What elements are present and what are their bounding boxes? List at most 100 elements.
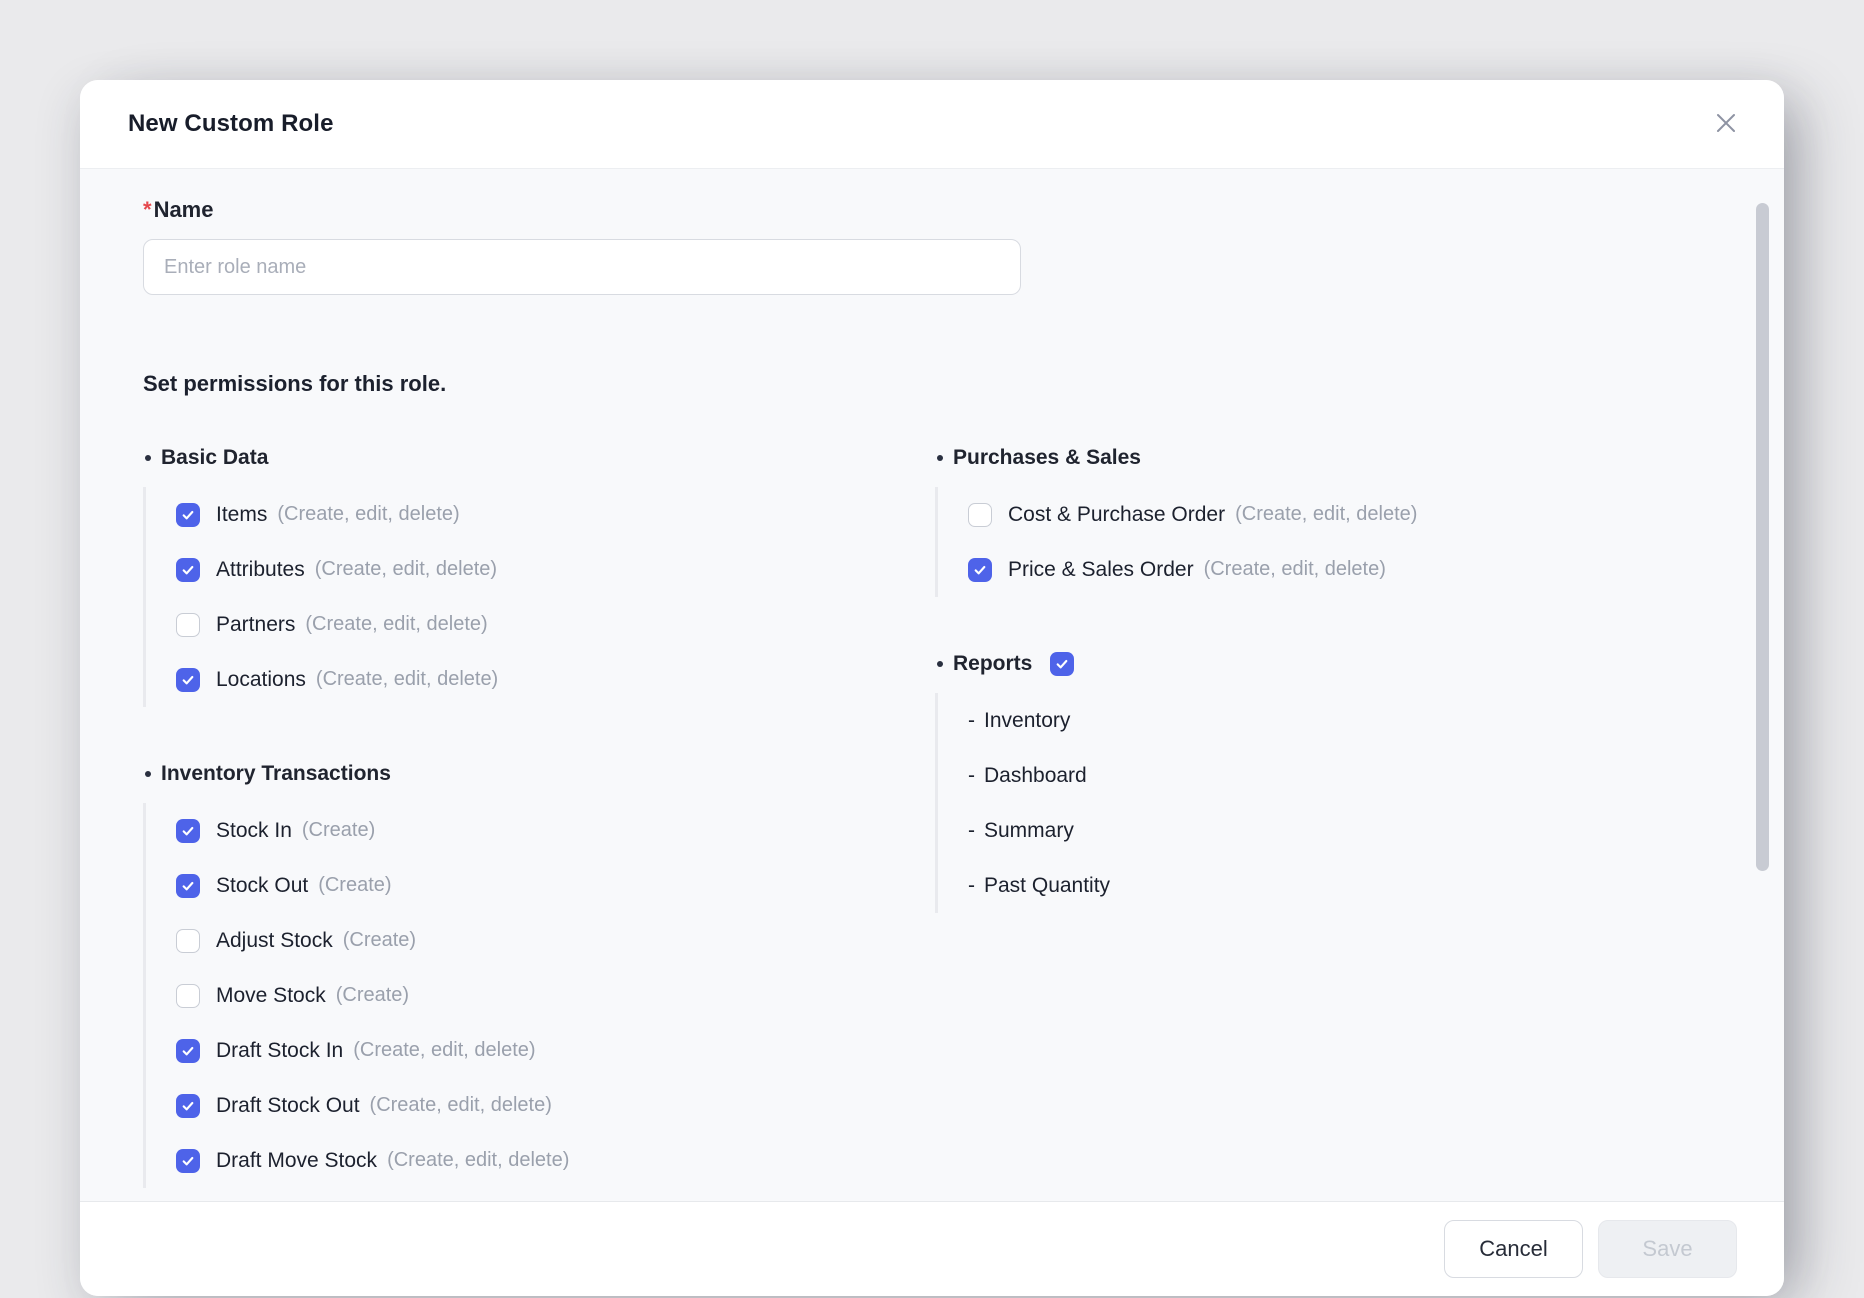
permission-actions-note: (Create)	[302, 819, 375, 842]
permission-row-draft-stock-in: Draft Stock In (Create, edit, delete)	[176, 1023, 935, 1078]
permission-actions-note: (Create, edit, delete)	[316, 668, 498, 691]
permission-actions-note: (Create, edit, delete)	[315, 558, 497, 581]
checkbox-reports[interactable]	[1050, 652, 1074, 676]
save-button[interactable]: Save	[1598, 1220, 1737, 1278]
report-item-past-quantity: -Past Quantity	[968, 858, 1784, 913]
permission-row-draft-move-stock: Draft Move Stock (Create, edit, delete)	[176, 1133, 935, 1188]
checkbox-adjust-stock[interactable]	[176, 929, 200, 953]
section-reports: Reports-Inventory-Dashboard-Summary-Past…	[935, 651, 1784, 913]
checkbox-stock-in[interactable]	[176, 819, 200, 843]
cancel-button[interactable]: Cancel	[1444, 1220, 1583, 1278]
permission-row-stock-in: Stock In (Create)	[176, 803, 935, 858]
scrollbar-thumb[interactable]	[1756, 203, 1769, 871]
section-title: Purchases & Sales	[953, 446, 1141, 470]
modal-header: New Custom Role	[80, 80, 1784, 169]
permission-actions-note: (Create)	[336, 984, 409, 1007]
permission-label: Move Stock	[216, 984, 326, 1008]
bullet-icon	[145, 771, 151, 777]
permission-row-items: Items(Create, edit, delete)	[176, 487, 935, 542]
checkbox-draft-stock-in[interactable]	[176, 1039, 200, 1063]
report-item-label: Past Quantity	[984, 874, 1110, 898]
permission-row-attributes: Attributes (Create, edit, delete)	[176, 542, 935, 597]
permission-actions-note: (Create, edit, delete)	[353, 1039, 535, 1062]
permissions-heading: Set permissions for this role.	[143, 369, 1784, 399]
permission-row-price-sales-order: Price & Sales Order (Create, edit, delete…	[968, 542, 1784, 597]
permission-label: Price & Sales Order	[1008, 558, 1194, 582]
section-header: Basic Data	[143, 445, 935, 471]
section-inventory-transactions: Inventory TransactionsStock In(Create)St…	[143, 761, 935, 1188]
checkbox-draft-move-stock[interactable]	[176, 1149, 200, 1173]
checkbox-attributes[interactable]	[176, 558, 200, 582]
report-item-label: Inventory	[984, 709, 1070, 733]
permission-actions-note: (Create)	[343, 929, 416, 952]
report-item-dashboard: -Dashboard	[968, 748, 1784, 803]
modal-body: *Name Set permissions for this role. Bas…	[80, 169, 1784, 1200]
permission-label: Draft Stock In	[216, 1039, 343, 1063]
checkbox-price-sales-order[interactable]	[968, 558, 992, 582]
checkbox-cost-purchase-order[interactable]	[968, 503, 992, 527]
modal-footer: Cancel Save	[80, 1201, 1784, 1296]
permissions-column-left: Basic DataItems(Create, edit, delete)Att…	[143, 445, 935, 1188]
checkbox-locations[interactable]	[176, 668, 200, 692]
close-button[interactable]	[1708, 106, 1744, 142]
close-icon	[1714, 111, 1738, 138]
section-title: Basic Data	[161, 446, 268, 470]
bullet-icon	[937, 661, 943, 667]
section-header: Inventory Transactions	[143, 761, 935, 787]
permission-label: Stock Out	[216, 874, 308, 898]
required-asterisk: *	[143, 197, 152, 222]
permission-actions-note: (Create, edit, delete)	[370, 1094, 552, 1117]
bullet-icon	[145, 455, 151, 461]
permission-actions-note: (Create, edit, delete)	[387, 1149, 569, 1172]
permissions-columns: Basic DataItems(Create, edit, delete)Att…	[143, 445, 1784, 1188]
report-item-inventory: -Inventory	[968, 693, 1784, 748]
checkbox-partners[interactable]	[176, 613, 200, 637]
permission-actions-note: (Create, edit, delete)	[1204, 558, 1386, 581]
report-item-label: Summary	[984, 819, 1074, 843]
bullet-icon	[937, 455, 943, 461]
section-title: Inventory Transactions	[161, 762, 391, 786]
section-body: Items(Create, edit, delete) Attributes (Cr…	[143, 487, 935, 707]
permission-row-draft-stock-out: Draft Stock Out (Create, edit, delete)	[176, 1078, 935, 1133]
modal-title: New Custom Role	[128, 110, 334, 138]
report-item-summary: -Summary	[968, 803, 1784, 858]
section-header: Purchases & Sales	[935, 445, 1784, 471]
permission-actions-note: (Create)	[318, 874, 391, 897]
section-title: Reports	[953, 652, 1032, 676]
permission-label: Attributes	[216, 558, 305, 582]
permission-row-locations: Locations (Create, edit, delete)	[176, 652, 935, 707]
permission-label: Cost & Purchase Order	[1008, 503, 1225, 527]
permission-actions-note: (Create, edit, delete)	[305, 613, 487, 636]
permission-row-partners: Partners (Create, edit, delete)	[176, 597, 935, 652]
dash-prefix: -	[968, 874, 975, 898]
permission-label: Partners	[216, 613, 295, 637]
checkbox-stock-out[interactable]	[176, 874, 200, 898]
permission-row-cost-purchase-order: Cost & Purchase Order (Create, edit, dele…	[968, 487, 1784, 542]
permission-label: Locations	[216, 668, 306, 692]
section-purchases-sales: Purchases & Sales Cost & Purchase Order (C…	[935, 445, 1784, 597]
permission-label: Adjust Stock	[216, 929, 333, 953]
new-custom-role-modal: New Custom Role *Name Set permissions fo…	[80, 80, 1784, 1296]
section-header: Reports	[935, 651, 1784, 677]
name-label: Name	[154, 197, 214, 222]
report-item-label: Dashboard	[984, 764, 1087, 788]
permission-row-adjust-stock: Adjust Stock (Create)	[176, 913, 935, 968]
permission-label: Stock In	[216, 819, 292, 843]
dash-prefix: -	[968, 764, 975, 788]
permission-label: Draft Move Stock	[216, 1149, 377, 1173]
permission-actions-note: (Create, edit, delete)	[1235, 503, 1417, 526]
section-body: Stock In(Create)Stock Out(Create)Adjust …	[143, 803, 935, 1188]
permission-label: Draft Stock Out	[216, 1094, 360, 1118]
section-basic-data: Basic DataItems(Create, edit, delete)Att…	[143, 445, 935, 707]
permission-row-stock-out: Stock Out (Create)	[176, 858, 935, 913]
name-field-label: *Name	[143, 197, 1784, 223]
role-name-input[interactable]	[143, 239, 1021, 295]
section-body: -Inventory-Dashboard-Summary-Past Quanti…	[935, 693, 1784, 913]
checkbox-move-stock[interactable]	[176, 984, 200, 1008]
dash-prefix: -	[968, 709, 975, 733]
section-body: Cost & Purchase Order (Create, edit, dele…	[935, 487, 1784, 597]
checkbox-items[interactable]	[176, 503, 200, 527]
permissions-column-right: Purchases & Sales Cost & Purchase Order (C…	[935, 445, 1784, 1188]
checkbox-draft-stock-out[interactable]	[176, 1094, 200, 1118]
permission-actions-note: (Create, edit, delete)	[277, 503, 459, 526]
